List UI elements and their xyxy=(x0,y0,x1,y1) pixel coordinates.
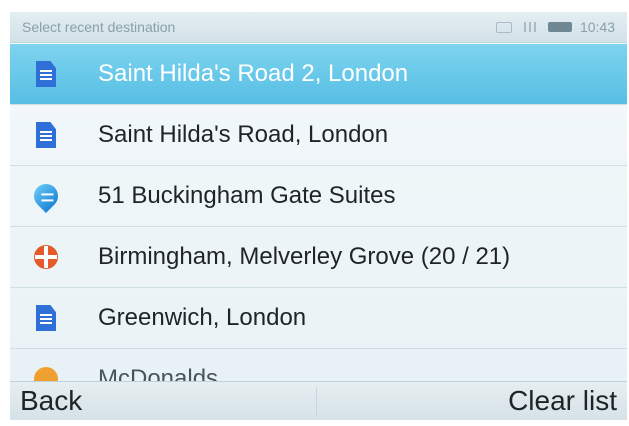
map-pin-icon xyxy=(29,179,63,213)
compass-icon xyxy=(34,245,58,269)
back-button[interactable]: Back xyxy=(20,385,82,417)
battery-icon xyxy=(547,22,572,32)
destination-label: Greenwich, London xyxy=(98,304,307,331)
document-icon xyxy=(36,305,56,331)
destination-label: Birmingham, Melverley Grove (20 / 21) xyxy=(98,243,511,270)
document-icon xyxy=(36,61,56,87)
signal-icon xyxy=(519,22,540,32)
list-item[interactable]: 51 Buckingham Gate Suites xyxy=(10,166,627,227)
softkey-bar: Back Clear list xyxy=(10,381,627,420)
list-item[interactable]: Birmingham, Melverley Grove (20 / 21) xyxy=(10,227,627,288)
list-item[interactable]: Saint Hilda's Road, London xyxy=(10,105,627,166)
document-icon xyxy=(36,122,56,148)
clock: 10:43 xyxy=(579,19,615,35)
destination-label: Saint Hilda's Road 2, London xyxy=(98,60,409,87)
softkey-divider xyxy=(316,387,317,416)
clear-list-button[interactable]: Clear list xyxy=(508,385,617,417)
recent-destination-list: Saint Hilda's Road 2, London Saint Hilda… xyxy=(10,44,627,410)
destination-label: 51 Buckingham Gate Suites xyxy=(98,182,396,209)
screen-title: Select recent destination xyxy=(22,19,176,35)
destination-label: Saint Hilda's Road, London xyxy=(98,121,389,148)
destination-screen: Select recent destination 10:43 Saint Hi… xyxy=(10,12,627,420)
list-item[interactable]: Greenwich, London xyxy=(10,288,627,349)
message-icon xyxy=(495,21,512,33)
status-indicators: 10:43 xyxy=(495,19,615,35)
status-bar: Select recent destination 10:43 xyxy=(10,12,627,43)
list-item[interactable]: Saint Hilda's Road 2, London xyxy=(10,44,627,105)
